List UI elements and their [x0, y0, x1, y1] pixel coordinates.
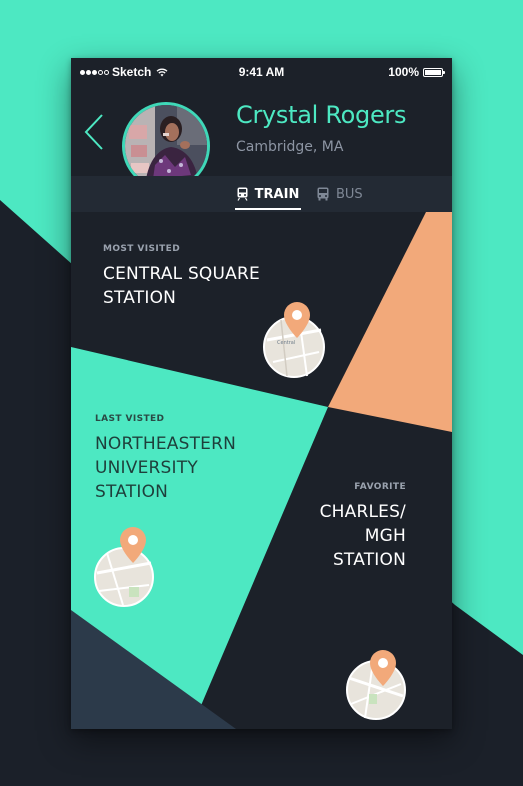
northeastern-map-pin[interactable] [93, 525, 159, 607]
active-tab-indicator [235, 208, 301, 210]
avatar-photo [125, 105, 207, 187]
status-bar: Sketch 9:41 AM 100% [71, 58, 452, 86]
battery-icon [423, 67, 445, 77]
charles-mgh-map-pin[interactable] [343, 648, 411, 722]
bus-icon [317, 187, 329, 201]
user-location: Cambridge, MA [236, 139, 344, 155]
title-line: MGH [364, 526, 406, 546]
title-line: STATION [332, 550, 406, 570]
status-right: 100% [388, 65, 445, 79]
last-visited-title[interactable]: NORTHEASTERN UNIVERSITY STATION [95, 432, 236, 504]
most-visited-title[interactable]: CENTRAL SQUARE STATION [103, 262, 260, 310]
most-visited-label: MOST VISITED [103, 244, 181, 254]
tab-bus[interactable]: BUS [317, 176, 363, 212]
user-name: Crystal Rogers [236, 101, 407, 129]
last-visited-label: LAST VISTED [95, 414, 165, 424]
central-square-map-pin[interactable]: Central [259, 300, 329, 378]
favorite-label: FAVORITE [354, 482, 406, 492]
title-line: CENTRAL SQUARE [103, 264, 260, 284]
tab-train-label: TRAIN [254, 186, 300, 202]
back-chevron-icon[interactable] [81, 112, 111, 152]
tab-train[interactable]: TRAIN [235, 176, 301, 212]
favorite-title[interactable]: CHARLES/ MGH STATION [320, 500, 406, 572]
title-line: NORTHEASTERN [95, 434, 237, 454]
tab-bus-label: BUS [336, 186, 363, 202]
title-line: UNIVERSITY [95, 458, 198, 478]
train-icon [237, 187, 248, 201]
phone-screen: Sketch 9:41 AM 100% Crystal Rogers Cambr… [71, 58, 452, 729]
stations-panel: MOST VISITED CENTRAL SQUARE STATION LAST… [71, 212, 452, 729]
title-line: CHARLES/ [319, 502, 406, 522]
battery-percent: 100% [388, 65, 419, 79]
map-street-label: Central [277, 340, 295, 346]
transport-tabs: TRAIN BUS [71, 176, 452, 212]
title-line: STATION [95, 482, 169, 502]
title-line: STATION [103, 288, 177, 308]
